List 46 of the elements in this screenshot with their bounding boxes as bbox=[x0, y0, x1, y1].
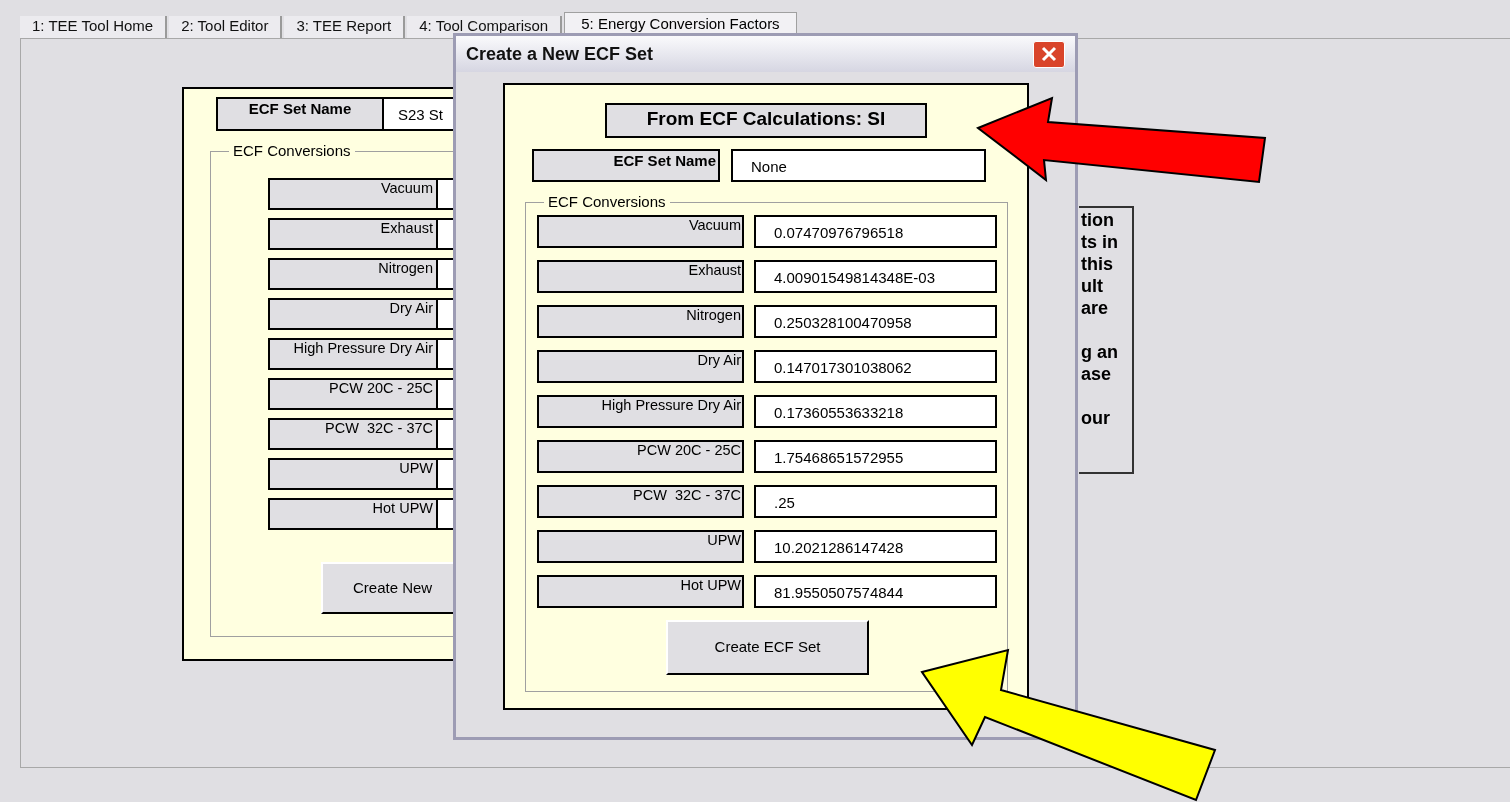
field-label: High Pressure Dry Air bbox=[268, 338, 438, 370]
field-label: PCW 32C - 37C bbox=[268, 418, 438, 450]
field-label: Hot UPW bbox=[537, 575, 744, 608]
info-text: tion bbox=[1081, 209, 1115, 231]
dialog-heading: From ECF Calculations: SI bbox=[605, 103, 927, 138]
field-label: PCW 32C - 37C bbox=[537, 485, 744, 518]
field-label: Vacuum bbox=[537, 215, 744, 248]
field-label: Exhaust bbox=[268, 218, 438, 250]
value-field[interactable]: 0.147017301038062 bbox=[754, 350, 997, 383]
value-field[interactable]: 0.07470976796518 bbox=[754, 215, 997, 248]
tab[interactable]: 3: TEE Report bbox=[284, 16, 406, 38]
value-field[interactable]: .25 bbox=[754, 485, 997, 518]
value-field[interactable]: 4.00901549814348E-03 bbox=[754, 260, 997, 293]
field-label: High Pressure Dry Air bbox=[537, 395, 744, 428]
field-label: Exhaust bbox=[537, 260, 744, 293]
field-label: Dry Air bbox=[268, 298, 438, 330]
set-name-field[interactable]: None bbox=[731, 149, 986, 182]
value-field[interactable]: 1.75468651572955 bbox=[754, 440, 997, 473]
close-button[interactable] bbox=[1033, 40, 1065, 68]
info-text: g an bbox=[1081, 341, 1119, 363]
info-text: ase bbox=[1081, 363, 1113, 385]
tab[interactable]: 2: Tool Editor bbox=[169, 16, 283, 38]
create-ecf-set-button[interactable]: Create ECF Set bbox=[666, 620, 869, 675]
info-text: our bbox=[1081, 407, 1111, 429]
dialog-title: Create a New ECF Set bbox=[466, 42, 654, 66]
field-label: UPW bbox=[268, 458, 438, 490]
field-label: Vacuum bbox=[268, 178, 438, 210]
field-label: Dry Air bbox=[537, 350, 744, 383]
field-label: ECF Set Name bbox=[532, 149, 720, 182]
info-text: ts in bbox=[1081, 231, 1119, 253]
close-icon bbox=[1041, 46, 1057, 62]
value-field[interactable]: 10.2021286147428 bbox=[754, 530, 997, 563]
field-label: Hot UPW bbox=[268, 498, 438, 530]
field-label: PCW 20C - 25C bbox=[268, 378, 438, 410]
value-field[interactable]: 0.250328100470958 bbox=[754, 305, 997, 338]
field-label: Nitrogen bbox=[537, 305, 744, 338]
field-label: Nitrogen bbox=[268, 258, 438, 290]
tab[interactable]: 1: TEE Tool Home bbox=[20, 16, 168, 38]
info-text: ult bbox=[1081, 275, 1104, 297]
field-label: ECF Set Name bbox=[216, 97, 384, 131]
value-field[interactable]: 0.17360553633218 bbox=[754, 395, 997, 428]
info-text: this bbox=[1081, 253, 1114, 275]
field-label: PCW 20C - 25C bbox=[537, 440, 744, 473]
field-label: UPW bbox=[537, 530, 744, 563]
value-field[interactable]: 81.9550507574844 bbox=[754, 575, 997, 608]
info-text: are bbox=[1081, 297, 1110, 319]
